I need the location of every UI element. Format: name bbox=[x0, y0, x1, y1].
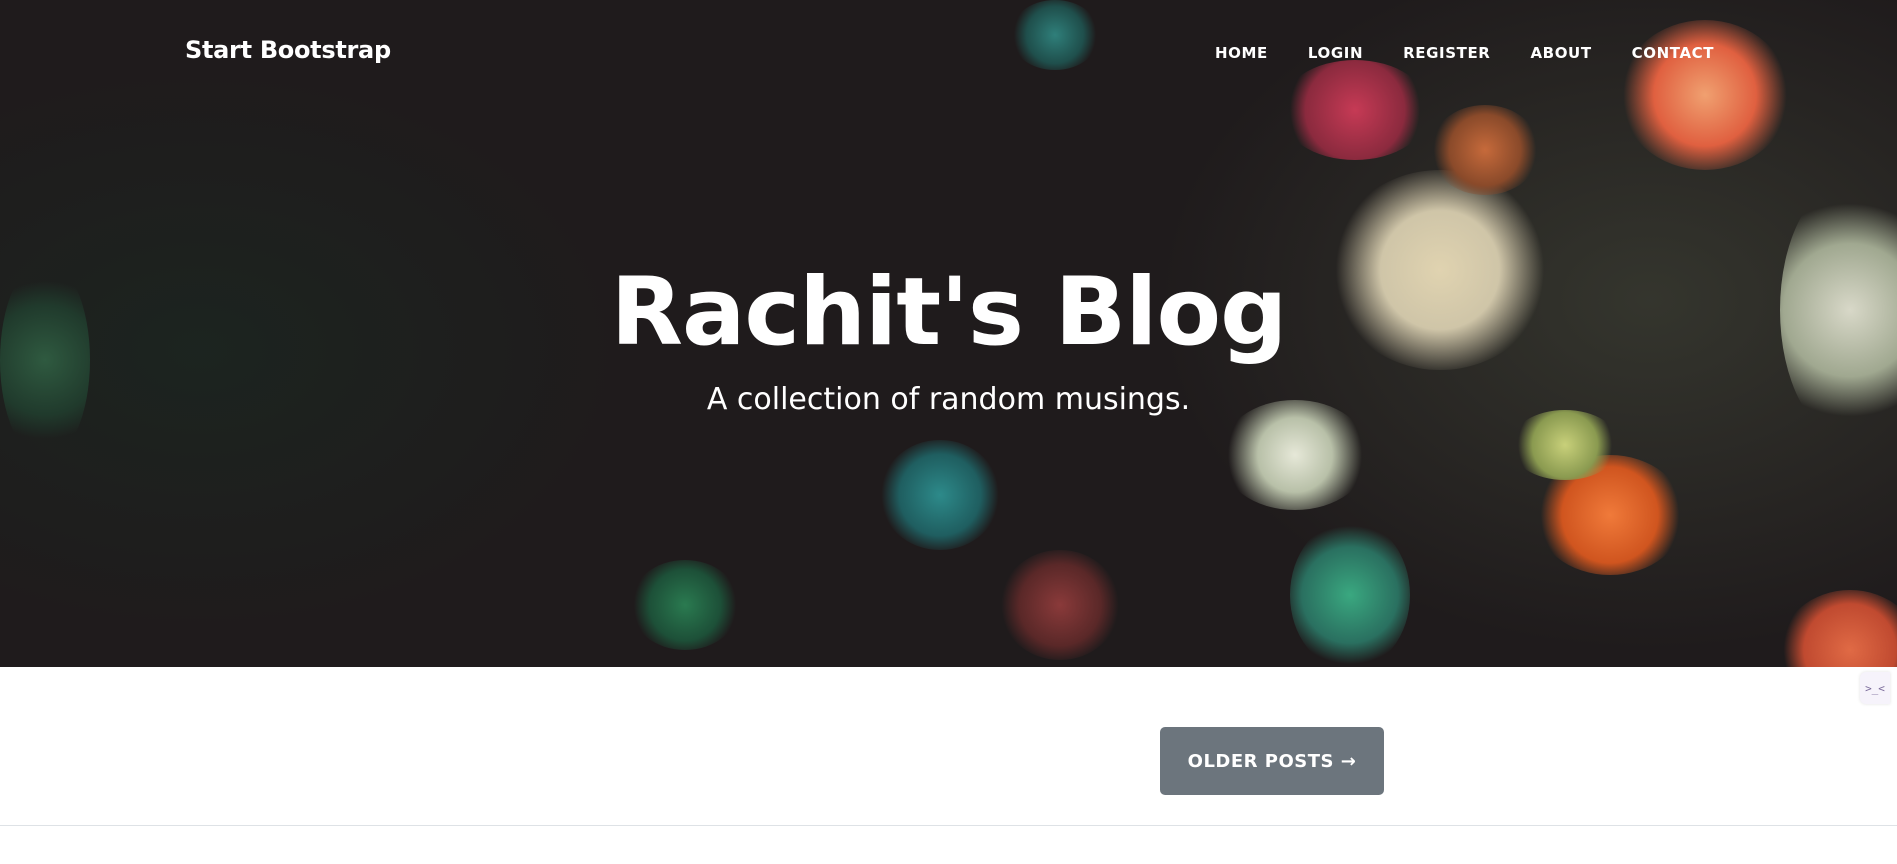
navbar: Start Bootstrap HOME LOGIN REGISTER ABOU… bbox=[0, 0, 1897, 105]
background-image bbox=[1510, 410, 1620, 480]
nav-home-link[interactable]: HOME bbox=[1215, 44, 1268, 62]
older-posts-button[interactable]: OLDER POSTS → bbox=[1160, 727, 1384, 795]
background-image bbox=[1780, 590, 1897, 667]
nav-links: HOME LOGIN REGISTER ABOUT CONTACT bbox=[1215, 44, 1754, 62]
nav-login-link[interactable]: LOGIN bbox=[1308, 44, 1363, 62]
terminal-face-icon[interactable]: >_< bbox=[1860, 672, 1890, 704]
background-image bbox=[1430, 105, 1540, 195]
nav-contact-link[interactable]: CONTACT bbox=[1632, 44, 1714, 62]
background-image bbox=[1290, 520, 1410, 667]
brand-link[interactable]: Start Bootstrap bbox=[185, 36, 391, 64]
hero-section: Start Bootstrap HOME LOGIN REGISTER ABOU… bbox=[0, 0, 1897, 667]
background-image bbox=[880, 440, 1000, 550]
page-subtitle: A collection of random musings. bbox=[706, 382, 1191, 417]
nav-about-link[interactable]: ABOUT bbox=[1530, 44, 1591, 62]
background-image bbox=[1000, 550, 1120, 660]
side-widget-glyph: >_< bbox=[1865, 681, 1885, 695]
divider bbox=[0, 825, 1897, 826]
page-title: Rachit's Blog bbox=[610, 258, 1288, 367]
nav-register-link[interactable]: REGISTER bbox=[1403, 44, 1490, 62]
background-image bbox=[630, 560, 740, 650]
